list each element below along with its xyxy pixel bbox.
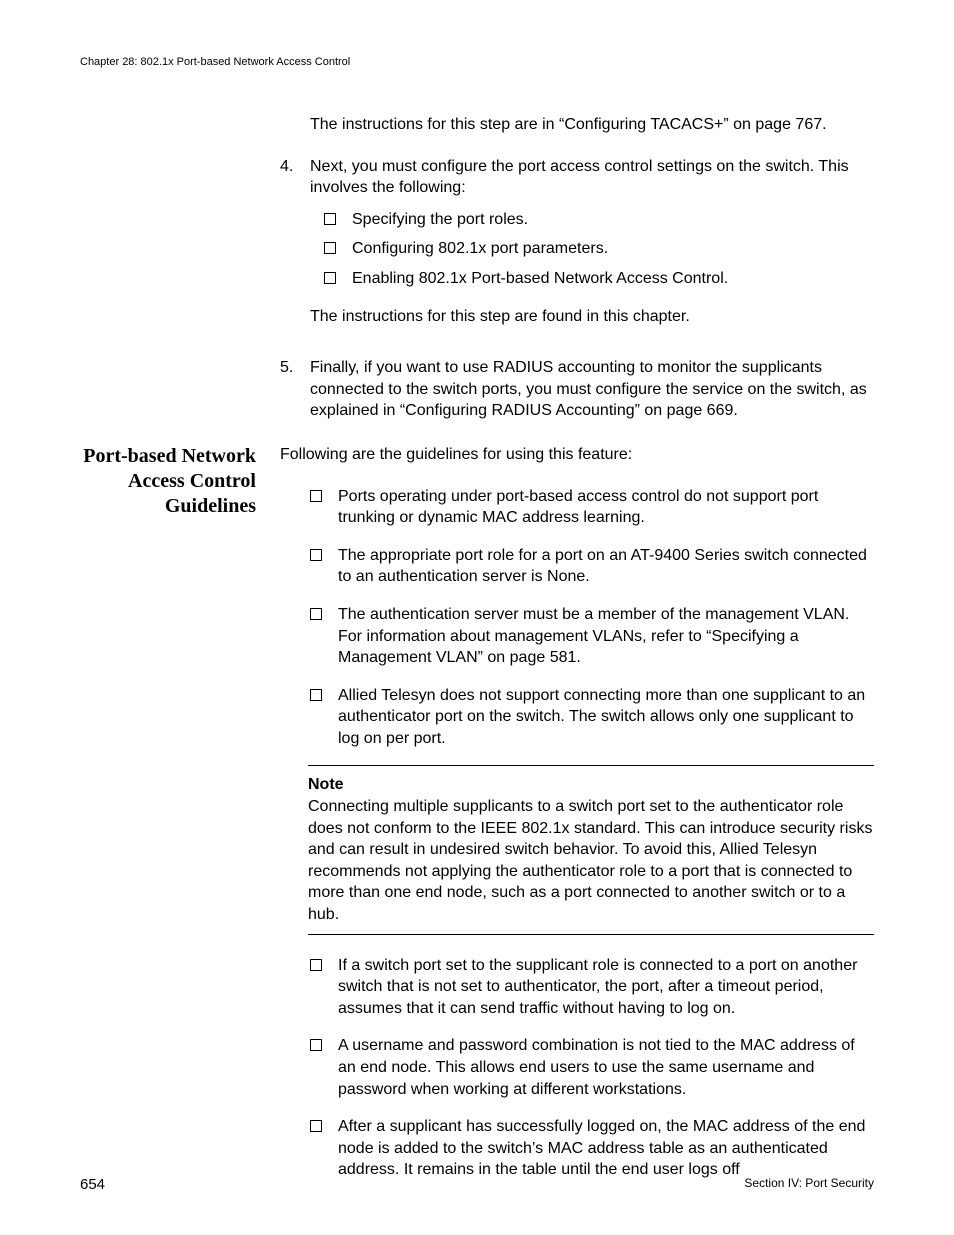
step-4-trail: The instructions for this step are found…	[310, 306, 874, 328]
step-4-lead: Next, you must configure the port access…	[310, 156, 874, 199]
list-item: After a supplicant has successfully logg…	[310, 1116, 874, 1181]
checkbox-bullet-icon	[310, 490, 322, 502]
list-item: Allied Telesyn does not support connecti…	[310, 685, 874, 750]
note-body: Connecting multiple supplicants to a swi…	[308, 796, 874, 926]
running-header: Chapter 28: 802.1x Port-based Network Ac…	[80, 56, 874, 68]
note-block: Note Connecting multiple supplicants to …	[308, 765, 874, 934]
checkbox-bullet-icon	[324, 213, 336, 225]
guidelines-intro: Following are the guidelines for using t…	[280, 444, 874, 466]
step-5-body: Finally, if you want to use RADIUS accou…	[310, 357, 874, 422]
list-item: If a switch port set to the supplicant r…	[310, 955, 874, 1020]
list-item: Configuring 802.1x port parameters.	[324, 238, 874, 260]
list-item: A username and password combination is n…	[310, 1035, 874, 1100]
checkbox-bullet-icon	[310, 689, 322, 701]
checkbox-bullet-icon	[324, 242, 336, 254]
step-number: 4.	[280, 156, 310, 344]
section-heading-port-based-guidelines: Port-based Network Access Control Guidel…	[80, 444, 280, 519]
list-item: Ports operating under port-based access …	[310, 486, 874, 529]
step3-reference: The instructions for this step are in “C…	[310, 114, 874, 136]
checkbox-bullet-icon	[310, 959, 322, 971]
checkbox-bullet-icon	[310, 1039, 322, 1051]
checkbox-bullet-icon	[324, 272, 336, 284]
checkbox-bullet-icon	[310, 1120, 322, 1132]
list-item: The appropriate port role for a port on …	[310, 545, 874, 588]
note-title: Note	[308, 774, 874, 796]
step-number: 5.	[280, 357, 310, 422]
list-item: Enabling 802.1x Port-based Network Acces…	[324, 268, 874, 290]
step-4: 4. Next, you must configure the port acc…	[280, 156, 874, 344]
step-5: 5. Finally, if you want to use RADIUS ac…	[280, 357, 874, 422]
checkbox-bullet-icon	[310, 549, 322, 561]
footer-section: Section IV: Port Security	[744, 1176, 874, 1193]
checkbox-bullet-icon	[310, 608, 322, 620]
list-item: The authentication server must be a memb…	[310, 604, 874, 669]
page-number: 654	[80, 1176, 105, 1193]
list-item: Specifying the port roles.	[324, 209, 874, 231]
